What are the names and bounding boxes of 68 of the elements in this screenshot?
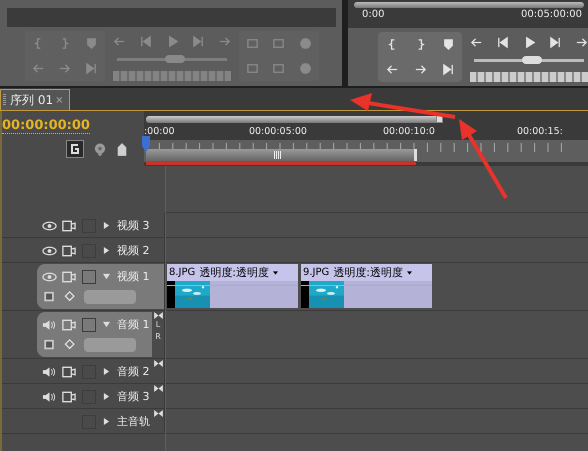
track-name: 主音轨: [117, 414, 150, 429]
eye-icon[interactable]: [42, 244, 57, 256]
ruler-label: 00:05:00:00: [520, 9, 582, 20]
step-back-icon[interactable]: [496, 36, 510, 48]
ruler-label: 0:00: [362, 9, 384, 20]
arrow-right-icon[interactable]: [575, 36, 588, 48]
marker-icon[interactable]: [442, 38, 454, 51]
channel-label: L: [156, 319, 160, 331]
track-name: 视频 2: [117, 243, 150, 258]
clip[interactable]: 9.JPG 透明度:透明度: [301, 264, 432, 308]
speaker-icon[interactable]: [42, 390, 57, 402]
arrow-left-icon[interactable]: [470, 36, 483, 48]
flag-icon[interactable]: [116, 142, 128, 156]
ruler-label: 00:00:15:: [516, 126, 564, 137]
bowtie-icon[interactable]: [154, 312, 162, 319]
display-style-icon[interactable]: [42, 291, 57, 303]
clip-name: 8.JPG: [169, 267, 196, 278]
lock-toggle[interactable]: [82, 270, 96, 284]
effect-label[interactable]: 透明度:透明度: [333, 265, 403, 280]
speaker-icon[interactable]: [42, 366, 57, 378]
shuttle-strip[interactable]: [470, 72, 588, 82]
track-name: 视频 1: [117, 269, 150, 284]
film-icon[interactable]: [61, 366, 76, 378]
clip[interactable]: 8.JPG 透明度:透明度: [167, 264, 298, 308]
display-style-icon[interactable]: [42, 339, 57, 351]
effect-label[interactable]: 透明度:透明度: [199, 265, 269, 280]
ruler-label: :00:00: [144, 126, 176, 137]
expand-triangle-icon[interactable]: [103, 418, 110, 425]
film-icon[interactable]: [61, 220, 76, 232]
clip-name: 9.JPG: [303, 267, 330, 278]
snap-icon[interactable]: [66, 140, 84, 158]
expand-triangle-icon[interactable]: [103, 393, 110, 400]
arrow-right-icon[interactable]: [414, 63, 426, 76]
expand-triangle-icon[interactable]: [103, 273, 110, 280]
timecode[interactable]: 00:00:00:00: [2, 118, 90, 134]
ruler-label: 00:00:10:0: [382, 126, 436, 137]
expand-triangle-icon[interactable]: [103, 222, 110, 229]
sequence-tab[interactable]: 序列 01 ×: [0, 89, 70, 110]
caret-icon[interactable]: [407, 270, 412, 274]
step-forward-icon[interactable]: [442, 63, 454, 76]
speaker-icon[interactable]: [42, 318, 57, 330]
ruler-label: 00:00:05:00: [248, 126, 308, 137]
expand-triangle-icon[interactable]: [103, 368, 110, 375]
arrow-left-icon[interactable]: [386, 63, 398, 76]
jog-slider[interactable]: [474, 59, 584, 62]
work-area-bar[interactable]: [146, 116, 443, 123]
eye-icon[interactable]: [42, 220, 57, 232]
caret-icon[interactable]: [273, 270, 278, 274]
step-forward-icon[interactable]: [548, 36, 562, 48]
zoom-bar[interactable]: [146, 149, 417, 161]
track-name: 音频 2: [117, 364, 150, 379]
film-icon[interactable]: [61, 318, 76, 330]
track-name: 音频 1: [117, 317, 150, 332]
lock-toggle[interactable]: [82, 318, 96, 332]
track-name: 视频 3: [117, 218, 150, 233]
expand-triangle-icon[interactable]: [103, 321, 110, 328]
channel-label: R: [155, 331, 161, 343]
marker-icon[interactable]: [94, 142, 106, 156]
playhead-icon[interactable]: [142, 136, 150, 152]
film-icon[interactable]: [61, 390, 76, 402]
bowtie-icon[interactable]: [154, 360, 162, 367]
film-icon[interactable]: [61, 244, 76, 256]
expand-triangle-icon[interactable]: [103, 247, 110, 254]
bowtie-icon[interactable]: [154, 410, 162, 417]
film-icon[interactable]: [61, 270, 76, 282]
eye-icon[interactable]: [42, 270, 57, 282]
track-name: 音频 3: [117, 389, 150, 404]
bowtie-icon[interactable]: [154, 385, 162, 392]
